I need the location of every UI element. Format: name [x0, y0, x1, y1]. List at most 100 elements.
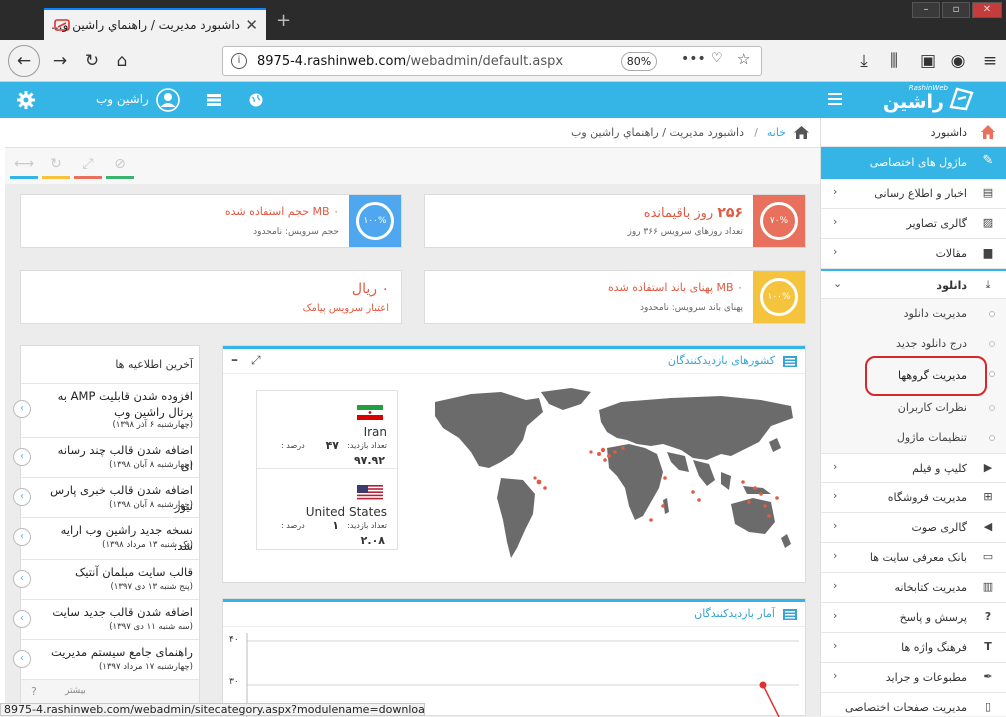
days-icon-box: ۷۰%	[753, 195, 805, 247]
sidebar-subitem-label: نظرات کاربران	[897, 401, 967, 414]
toolbar-resize-button[interactable]: ⟷	[10, 156, 38, 186]
chevron-right-icon: ›	[833, 579, 838, 592]
toolbar-fullscreen-button[interactable]: ⤢	[74, 156, 102, 186]
expand-icon[interactable]: ⤢	[251, 353, 261, 368]
user-avatar-icon[interactable]	[156, 88, 180, 112]
browser-navigation-bar: ← → ↻ ⌂ i 8975-4.rashinweb.com/webadmin/…	[0, 40, 1006, 82]
news-item[interactable]: افزوده شدن قابلیت AMP به پرتال راشین وب …	[13, 383, 199, 437]
chevron-right-icon: ›	[833, 245, 838, 258]
site-info-icon[interactable]: i	[231, 53, 247, 69]
highlight-annotation	[865, 356, 987, 396]
sidebar-subitem-download-new[interactable]: درج دانلود جدید	[821, 329, 1006, 359]
chevron-left-icon[interactable]: ‹	[13, 610, 31, 628]
pocket-icon[interactable]: ♡	[711, 51, 723, 66]
country-row-iran: Iran تعداد بازدید: ۴۷ درصد : ۹۷.۹۲	[257, 391, 397, 469]
sidebar-item-faq[interactable]: ? پرسش و پاسخ ›	[821, 603, 1006, 633]
sidebar-item-shop[interactable]: ⊞ مدیریت فروشگاه ›	[821, 483, 1006, 513]
menu-icon[interactable]: ≡	[976, 48, 1004, 74]
sidebar-item-audio[interactable]: ◀ گالری صوت ›	[821, 513, 1006, 543]
pencil-icon: ✎	[982, 153, 994, 168]
news-item[interactable]: اضافه شدن قالب جدید سایت (سه شنبه ۱۱ دی …	[13, 599, 199, 639]
browser-tab[interactable]: داشبورد مديريت / راهنماي راشين و... ✕	[44, 8, 266, 40]
toolbar-refresh-button[interactable]: ↻	[42, 156, 70, 186]
sidebar-toggle-icon[interactable]: ▣	[914, 48, 942, 74]
more-news-link[interactable]: بیشتر	[65, 686, 86, 696]
book-icon: ▥	[982, 580, 994, 593]
sidebar-item-library[interactable]: ▥ مدیریت کتابخانه ›	[821, 573, 1006, 603]
close-window-button[interactable]: ✕	[972, 2, 1002, 18]
forward-button[interactable]: →	[46, 48, 74, 74]
close-tab-icon[interactable]: ✕	[245, 16, 258, 34]
minimize-window-button[interactable]: –	[912, 2, 940, 18]
news-item[interactable]: اضافه شدن قالب چند رسانه ای (چهارشنبه ۸ …	[13, 437, 199, 477]
sidebar-item-download[interactable]: ⤓ دانلود ⌄	[821, 269, 1006, 299]
sidebar-item-glossary[interactable]: T فرهنگ واژه ها ›	[821, 633, 1006, 663]
panel-list-icon	[783, 609, 797, 620]
account-icon[interactable]: ◉	[944, 48, 972, 74]
page-actions-icon[interactable]: •••	[681, 51, 706, 67]
visit-percent: ۹۷.۹۲	[353, 454, 385, 467]
bullet-icon	[989, 435, 995, 441]
sidebar-item-label: اخبار و اطلاع رسانی	[874, 187, 967, 200]
sidebar-item-news[interactable]: ▤ اخبار و اطلاع رسانی ›	[821, 179, 1006, 209]
sidebar-subitem-user-comments[interactable]: نظرات کاربران	[821, 393, 1006, 423]
news-header: آخرین اطلاعیه ها	[115, 358, 193, 371]
username-label[interactable]: راشين وب	[96, 92, 149, 106]
toolbar-link-button[interactable]: ⊘	[106, 156, 134, 186]
settings-gear-icon[interactable]	[16, 90, 36, 110]
bandwidth-percent-ring: ۱۰۰%	[760, 278, 798, 316]
chevron-left-icon[interactable]: ‹	[13, 650, 31, 668]
library-icon[interactable]: ⫼	[880, 48, 908, 74]
visit-count: ۴۷	[325, 439, 339, 452]
storage-percent-ring: ۱۰۰%	[356, 202, 394, 240]
globe-icon[interactable]	[249, 93, 263, 107]
news-title[interactable]: راهنمای جامع سیستم مدیریت	[43, 644, 193, 660]
sidebar-item-label: گالری تصاویر	[906, 217, 967, 230]
breadcrumb-home-link[interactable]: خانه	[767, 126, 786, 139]
bullet-icon	[989, 311, 995, 317]
sidebar-item-custom-pages[interactable]: ▯ مدیریت صفحات اختصاصی	[821, 693, 1006, 716]
chevron-left-icon[interactable]: ‹	[13, 448, 31, 466]
home-icon[interactable]: ⌂	[108, 48, 136, 74]
chevron-left-icon[interactable]: ‹	[13, 570, 31, 588]
help-icon[interactable]: ?	[31, 685, 37, 698]
sidebar-item-sites[interactable]: ▭ بانک معرفی سایت ها ›	[821, 543, 1006, 573]
bookmark-star-icon[interactable]: ☆	[737, 50, 750, 68]
sidebar-subitem-label: مدیریت دانلود	[903, 307, 967, 320]
download-icon: ⤓	[985, 278, 991, 291]
breadcrumb-home-icon[interactable]	[794, 126, 809, 139]
chevron-left-icon[interactable]: ‹	[13, 400, 31, 418]
news-date: (سه شنبه ۱۱ دی ۱۳۹۷)	[109, 622, 193, 632]
news-date: (یک شنبه ۱۳ مرداد ۱۳۹۸)	[102, 540, 193, 550]
new-tab-button[interactable]: +	[276, 10, 291, 31]
collapse-icon[interactable]: –	[231, 352, 238, 368]
sidebar-item-articles[interactable]: ▆ مقالات ›	[821, 239, 1006, 269]
news-item[interactable]: نسخه جدید راشین وب ارایه شد. (یک شنبه ۱۳…	[13, 517, 199, 559]
sidebar-item-my-modules[interactable]: ✎ ماژول های اختصاصی	[821, 147, 1006, 179]
sidebar-subitem-download-manage[interactable]: مدیریت دانلود	[821, 299, 1006, 329]
news-item[interactable]: اضافه شدن قالب خبری پارس نیوز (چهارشنبه …	[13, 477, 199, 517]
sidebar-item-press[interactable]: ✒ مطبوعات و جراید ›	[821, 663, 1006, 693]
downloads-icon[interactable]: ⤓	[850, 48, 878, 74]
zoom-level-badge[interactable]: 80%	[621, 52, 657, 71]
rashinweb-logo[interactable]: RashinWeb راشین وب	[858, 84, 974, 135]
sidebar-item-clips[interactable]: ▶ کلیپ و فیلم ›	[821, 453, 1006, 483]
chevron-left-icon[interactable]: ‹	[13, 488, 31, 506]
news-item[interactable]: راهنمای جامع سیستم مدیریت (چهارشنبه ۱۷ م…	[13, 639, 199, 679]
news-title[interactable]: اضافه شدن قالب جدید سایت	[43, 604, 193, 620]
news-title[interactable]: افزوده شدن قابلیت AMP به پرتال راشین وب	[43, 388, 193, 420]
url-bar[interactable]: i 8975-4.rashinweb.com/webadmin/default.…	[222, 46, 762, 76]
chevron-left-icon[interactable]: ‹	[13, 528, 31, 546]
chevron-right-icon: ›	[833, 215, 838, 228]
storage-card: ۱۰۰% ۰ MB حجم استفاده شده حجم سرویس: نام…	[20, 194, 402, 248]
back-button[interactable]: ←	[8, 45, 40, 77]
hamburger-menu-icon[interactable]	[828, 92, 842, 106]
sidebar-item-dashboard[interactable]: داشبورد	[821, 118, 1006, 147]
news-title[interactable]: قالب سایت مبلمان آنتیک	[43, 564, 193, 580]
sidebar-item-image-gallery[interactable]: ▨ گالری تصاویر ›	[821, 209, 1006, 239]
reload-button[interactable]: ↻	[78, 48, 106, 74]
list-icon[interactable]	[207, 94, 221, 106]
news-item[interactable]: قالب سایت مبلمان آنتیک (پنج شنبه ۱۳ دی ۱…	[13, 559, 199, 599]
restore-window-button[interactable]: ▫	[942, 2, 970, 18]
sidebar-subitem-module-settings[interactable]: تنظیمات ماژول	[821, 423, 1006, 453]
